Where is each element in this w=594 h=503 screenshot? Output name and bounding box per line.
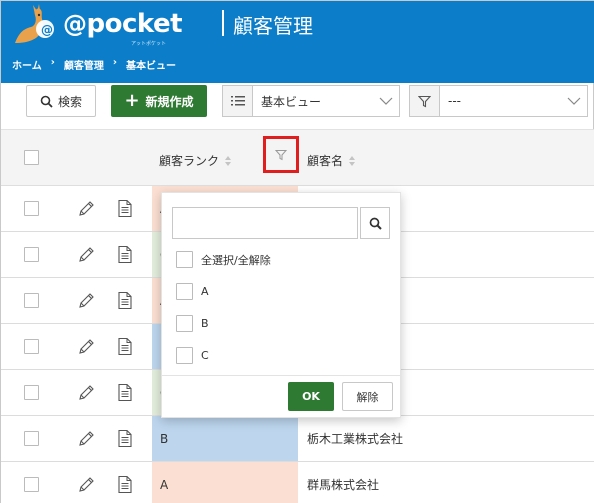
checkbox[interactable] [176, 251, 193, 268]
sort-icon[interactable] [225, 155, 232, 166]
document-icon[interactable] [117, 429, 133, 451]
plus-icon: + [124, 90, 140, 111]
pencil-icon[interactable] [77, 384, 95, 405]
chevron-down-icon [373, 97, 399, 105]
document-icon[interactable] [117, 199, 133, 221]
funnel-icon [275, 149, 287, 160]
filter-select-value: --- [448, 94, 461, 108]
table-row[interactable]: B 栃木工業株式会社 [1, 416, 594, 462]
rank-value: A [160, 477, 169, 492]
filter-option-label: C [201, 349, 209, 362]
checkbox[interactable] [176, 315, 193, 332]
filter-search-input[interactable] [172, 207, 358, 239]
search-icon [40, 95, 53, 108]
app-title: 顧客管理 [233, 14, 313, 38]
filter-search-button[interactable] [360, 207, 390, 239]
row-checkbox[interactable] [24, 293, 39, 308]
search-button[interactable]: 検索 [26, 85, 96, 117]
search-button-label: 検索 [57, 94, 82, 109]
breadcrumb-home[interactable]: ホーム [12, 57, 42, 72]
logo-wordmark: @pocket [63, 9, 183, 39]
search-icon [369, 217, 382, 230]
kangaroo-logo-icon: @ [15, 4, 54, 44]
row-checkbox[interactable] [24, 247, 39, 262]
new-record-button[interactable]: + 新規作成 [111, 85, 207, 117]
filter-option-b[interactable]: B [176, 315, 209, 332]
row-checkbox[interactable] [24, 431, 39, 446]
breadcrumb: ホーム › 顧客管理 › 基本ビュー [12, 57, 176, 72]
table-header: 顧客ランク 顧客名 [1, 129, 594, 186]
logo-subtitle: アットポケット [131, 41, 167, 47]
column-filter-popup: 全選択/全解除 A B C OK 解除 [161, 192, 401, 418]
row-checkbox[interactable] [24, 339, 39, 354]
row-checkbox[interactable] [24, 477, 39, 492]
popup-divider [162, 375, 400, 376]
filter-ok-button[interactable]: OK [288, 382, 334, 411]
column-rank-label: 顧客ランク [159, 154, 220, 168]
pencil-icon[interactable] [77, 476, 95, 497]
column-header-rank[interactable]: 顧客ランク [159, 152, 232, 169]
filter-select[interactable]: --- [409, 85, 588, 117]
toolbar: 検索 + 新規作成 基本ビュー --- [1, 83, 594, 127]
document-icon[interactable] [117, 383, 133, 405]
svg-text:@: @ [41, 23, 53, 37]
view-select[interactable]: 基本ビュー [222, 85, 400, 117]
customer-name-value: 群馬株式会社 [307, 478, 380, 492]
name-cell[interactable]: 栃木工業株式会社 [307, 416, 403, 461]
checkbox[interactable] [176, 347, 193, 364]
breadcrumb-separator: › [50, 57, 55, 68]
select-all-checkbox[interactable] [24, 150, 39, 165]
rank-cell: A [152, 462, 298, 503]
filter-option-label: A [201, 285, 209, 298]
column-filter-button[interactable] [263, 136, 299, 173]
breadcrumb-current-view: 基本ビュー [125, 61, 176, 72]
document-icon[interactable] [117, 337, 133, 359]
logo[interactable]: @ @pocket アットポケット [9, 3, 183, 49]
filter-option-c[interactable]: C [176, 347, 209, 364]
document-icon[interactable] [117, 475, 133, 497]
breadcrumb-separator: › [112, 57, 117, 68]
document-icon[interactable] [117, 245, 133, 267]
pencil-icon[interactable] [77, 430, 95, 451]
filter-option-a[interactable]: A [176, 283, 209, 300]
pencil-icon[interactable] [77, 246, 95, 267]
checkbox[interactable] [176, 283, 193, 300]
list-icon [223, 86, 253, 116]
pencil-icon[interactable] [77, 338, 95, 359]
filter-clear-button[interactable]: 解除 [342, 382, 393, 411]
filter-option-label: 全選択/全解除 [201, 253, 271, 267]
customer-name-value: 栃木工業株式会社 [307, 432, 404, 446]
sort-icon[interactable] [349, 155, 356, 166]
header-divider [222, 10, 224, 36]
funnel-icon [410, 86, 440, 116]
breadcrumb-customer-mgmt[interactable]: 顧客管理 [64, 57, 104, 72]
name-cell[interactable]: 群馬株式会社 [307, 462, 379, 503]
new-record-label: 新規作成 [145, 94, 194, 109]
row-checkbox[interactable] [24, 201, 39, 216]
column-header-name[interactable]: 顧客名 [307, 152, 356, 169]
chevron-down-icon [561, 97, 587, 105]
app-header: @ @pocket アットポケット 顧客管理 ホーム › 顧客管理 › 基本ビュ… [1, 1, 594, 83]
filter-option-select-all[interactable]: 全選択/全解除 [176, 251, 271, 268]
rank-cell: B [152, 416, 298, 461]
pencil-icon[interactable] [77, 292, 95, 313]
filter-option-label: B [201, 317, 209, 330]
document-icon[interactable] [117, 291, 133, 313]
rank-value: B [160, 431, 169, 446]
pencil-icon[interactable] [77, 200, 95, 221]
column-name-label: 顧客名 [307, 154, 344, 168]
view-select-value: 基本ビュー [261, 94, 322, 109]
table-row[interactable]: A 群馬株式会社 [1, 462, 594, 503]
row-checkbox[interactable] [24, 385, 39, 400]
